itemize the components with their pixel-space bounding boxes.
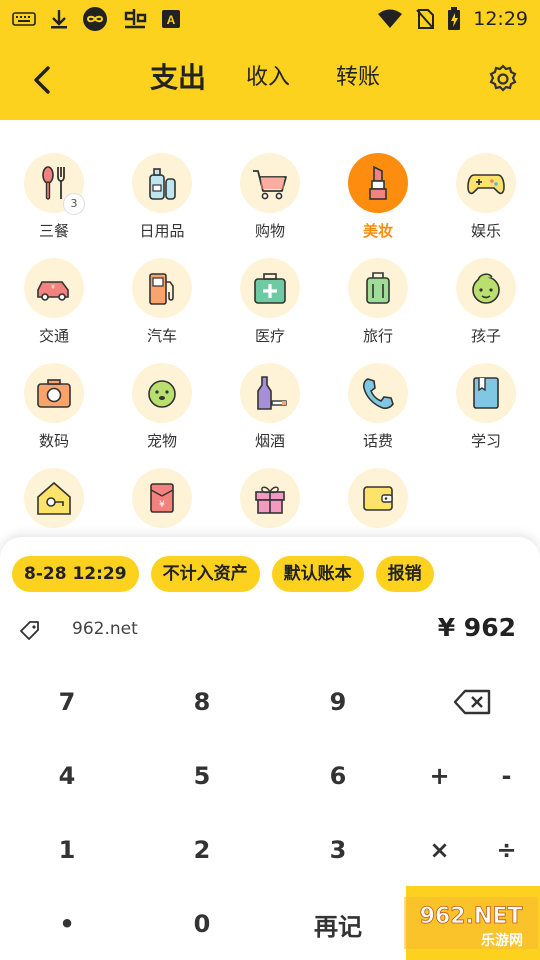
keyboard-icon (12, 12, 36, 26)
times-key[interactable]: × (406, 813, 473, 887)
red-envelope-icon: ¥ (150, 483, 174, 513)
amount-display: ¥ 962 (437, 613, 516, 642)
svg-text:¥: ¥ (159, 500, 165, 510)
category-medical[interactable]: 医疗 (216, 225, 324, 345)
battery-icon (448, 7, 461, 30)
divide-key[interactable]: ÷ (473, 813, 540, 887)
gear-icon[interactable] (486, 62, 520, 96)
category-badge: 3 (63, 193, 85, 215)
key-8[interactable]: 8 (135, 665, 269, 739)
category-transport[interactable]: ¥ 交通 (0, 225, 108, 345)
cart-icon (253, 170, 287, 200)
category-tobacco-alcohol[interactable]: 烟酒 (216, 330, 324, 450)
category-digital[interactable]: 数码 (0, 330, 108, 450)
key-0[interactable]: 0 (135, 887, 269, 960)
category-wallet[interactable] (324, 435, 432, 540)
a-icon: A (162, 10, 180, 28)
wifi-icon (378, 9, 403, 28)
header: 支出 收入 转账 (0, 38, 540, 120)
reimburse-chip[interactable]: 报销 (375, 556, 434, 592)
category-cosmetics[interactable]: 美妆 (324, 120, 432, 240)
account-book-chip[interactable]: 默认账本 (271, 556, 364, 592)
key-4[interactable]: 4 (0, 739, 134, 813)
download-icon (51, 10, 67, 29)
medkit-icon (254, 273, 286, 304)
gamepad-icon (467, 174, 505, 195)
svg-text:¥: ¥ (51, 284, 55, 291)
key-6[interactable]: 6 (271, 739, 405, 813)
bottle-cigarette-icon (257, 376, 287, 410)
gift-icon (255, 486, 285, 514)
confirm-button[interactable] (406, 886, 540, 960)
tab-expense[interactable]: 支出 (150, 58, 206, 98)
backspace-key[interactable] (406, 665, 540, 739)
option-chips: 8-28 12:29 不计入资产 默认账本 报销 (12, 556, 434, 592)
category-shopping[interactable]: 购物 (216, 120, 324, 240)
category-housing[interactable] (0, 435, 108, 540)
entry-sheet: 8-28 12:29 不计入资产 默认账本 报销 962.net ¥ 962 7… (0, 537, 540, 960)
category-children[interactable]: 孩子 (432, 225, 540, 345)
category-phone-bill[interactable]: 话费 (324, 330, 432, 450)
category-travel[interactable]: 旅行 (324, 225, 432, 345)
back-arrow-icon[interactable] (24, 60, 64, 100)
backspace-icon (453, 689, 491, 715)
status-bar: A 12:29 (0, 0, 540, 38)
minus-key[interactable]: - (473, 739, 540, 813)
key-3[interactable]: 3 (271, 813, 405, 887)
plus-key[interactable]: + (406, 739, 473, 813)
category-meals[interactable]: 3 三餐 (0, 120, 108, 240)
app-icon (124, 9, 147, 29)
house-key-icon (37, 481, 71, 515)
tag-icon[interactable] (18, 619, 42, 643)
bottles-icon (149, 168, 176, 200)
tab-income[interactable]: 收入 (246, 58, 290, 98)
category-label: 学习 (470, 432, 501, 450)
category-gift[interactable] (216, 435, 324, 540)
fuel-pump-icon (149, 273, 174, 305)
category-study[interactable]: 学习 (432, 330, 540, 450)
camera-icon (37, 379, 71, 408)
luggage-icon (366, 272, 390, 304)
lipstick-icon (369, 165, 387, 200)
key-5[interactable]: 5 (135, 739, 269, 813)
key-1[interactable]: 1 (0, 813, 134, 887)
category-pets[interactable]: 宠物 (108, 330, 216, 450)
baby-icon (472, 273, 500, 304)
no-sim-icon (416, 9, 435, 29)
category-red-envelope[interactable]: ¥ (108, 435, 216, 540)
status-time: 12:29 (473, 8, 528, 30)
wallet-icon (363, 486, 393, 511)
key-2[interactable]: 2 (135, 813, 269, 887)
note-row[interactable]: 962.net ¥ 962 (0, 607, 540, 655)
car-icon: ¥ (37, 281, 69, 301)
record-again-key[interactable]: 再记 (271, 887, 405, 960)
category-daily-goods[interactable]: 日用品 (108, 120, 216, 240)
phone-icon (362, 378, 394, 410)
key-7[interactable]: 7 (0, 665, 134, 739)
key-9[interactable]: 9 (271, 665, 405, 739)
infinity-icon (83, 7, 107, 31)
exclude-assets-chip[interactable]: 不计入资产 (150, 556, 260, 592)
dog-icon (148, 380, 176, 408)
svg-text:A: A (167, 13, 176, 27)
dot-key[interactable]: • (0, 887, 134, 960)
book-icon (473, 377, 499, 409)
category-entertainment[interactable]: 娱乐 (432, 120, 540, 240)
date-chip[interactable]: 8-28 12:29 (12, 556, 139, 592)
category-car[interactable]: 汽车 (108, 225, 216, 345)
note-input[interactable]: 962.net (72, 619, 138, 639)
tab-transfer[interactable]: 转账 (336, 58, 380, 98)
